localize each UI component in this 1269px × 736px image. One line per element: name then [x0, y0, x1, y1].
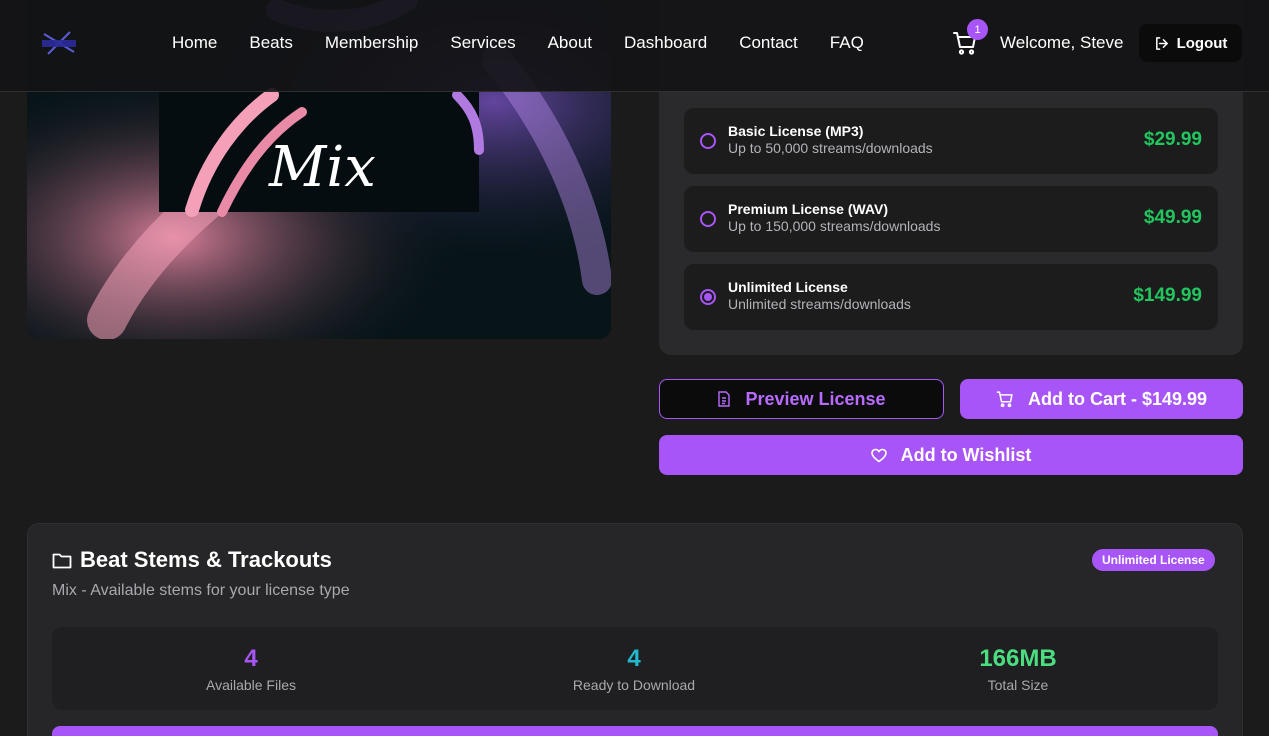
logout-label: Logout: [1176, 34, 1228, 52]
main-nav: Home Beats Membership Services About Das…: [172, 33, 896, 53]
license-option-basic[interactable]: Basic License (MP3) Up to 50,000 streams…: [684, 108, 1218, 174]
stat-label: Total Size: [987, 677, 1049, 693]
license-radio-basic[interactable]: [700, 133, 716, 149]
document-icon: [718, 391, 731, 407]
add-to-wishlist-label: Add to Wishlist: [900, 444, 1032, 465]
heart-icon: [870, 448, 887, 462]
license-name: Unlimited License: [728, 279, 848, 295]
stems-title-text: Beat Stems & Trackouts: [80, 547, 332, 572]
preview-license-label: Preview License: [745, 388, 886, 409]
artwork-title: Mix: [268, 135, 376, 200]
stems-subtitle: Mix - Available stems for your license t…: [52, 582, 350, 599]
license-option-premium[interactable]: Premium License (WAV) Up to 150,000 stre…: [684, 186, 1218, 252]
stat-available-files: 4 Available Files: [101, 627, 401, 693]
logout-button[interactable]: Logout: [1139, 24, 1242, 62]
top-navbar: Home Beats Membership Services About Das…: [0, 0, 1269, 92]
nav-services[interactable]: Services: [450, 33, 515, 53]
license-radio-premium[interactable]: [700, 211, 716, 227]
license-name: Basic License (MP3): [728, 123, 864, 139]
welcome-text: Welcome, Steve: [1000, 33, 1124, 52]
stems-title: Beat Stems & Trackouts: [52, 547, 332, 573]
nav-contact[interactable]: Contact: [739, 33, 798, 53]
license-type-badge: Unlimited License: [1092, 549, 1215, 571]
stat-ready-to-download: 4 Ready to Download: [484, 627, 784, 693]
nav-about[interactable]: About: [548, 33, 592, 53]
stat-label: Available Files: [205, 677, 296, 693]
folder-icon: [52, 553, 72, 568]
stat-value: 166MB: [979, 645, 1057, 672]
stat-value: 4: [627, 645, 641, 672]
download-all-button[interactable]: [52, 726, 1218, 736]
license-price: $149.99: [1133, 285, 1202, 306]
license-option-unlimited[interactable]: Unlimited License Unlimited streams/down…: [684, 264, 1218, 330]
site-logo[interactable]: [40, 30, 78, 56]
stat-value: 4: [244, 645, 258, 672]
cart-count-badge: 1: [967, 19, 988, 40]
stat-total-size: 166MB Total Size: [868, 627, 1168, 693]
add-to-cart-label: Add to Cart - $149.99: [1027, 388, 1208, 409]
preview-license-button[interactable]: Preview License: [659, 379, 944, 419]
logout-icon: [1155, 36, 1168, 50]
nav-home[interactable]: Home: [172, 33, 217, 53]
license-desc: Up to 150,000 streams/downloads: [728, 218, 941, 234]
stems-stats: 4 Available Files 4 Ready to Download 16…: [52, 627, 1218, 710]
nav-faq[interactable]: FAQ: [830, 33, 864, 53]
nav-membership[interactable]: Membership: [325, 33, 419, 53]
license-price: $29.99: [1143, 129, 1202, 150]
cart-icon: [996, 391, 1013, 408]
add-to-wishlist-button[interactable]: Add to Wishlist: [659, 435, 1243, 475]
add-to-cart-button[interactable]: Add to Cart - $149.99: [960, 379, 1243, 419]
nav-beats[interactable]: Beats: [249, 33, 292, 53]
license-price: $49.99: [1143, 207, 1202, 228]
license-name: Premium License (WAV): [728, 201, 889, 217]
stat-label: Ready to Download: [572, 677, 696, 693]
license-desc: Unlimited streams/downloads: [728, 296, 911, 312]
license-radio-unlimited[interactable]: [700, 289, 716, 305]
nav-dashboard[interactable]: Dashboard: [624, 33, 707, 53]
license-desc: Up to 50,000 streams/downloads: [728, 140, 933, 156]
